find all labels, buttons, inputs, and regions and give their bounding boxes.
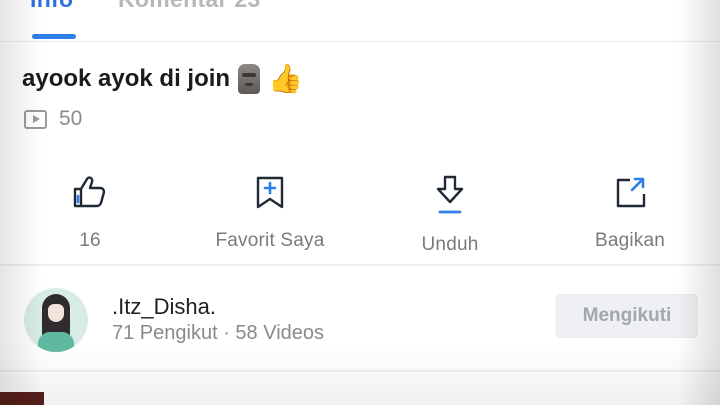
tab-bar: Info Komentar 23 [0, 0, 720, 42]
download-label: Unduh [421, 234, 479, 255]
play-icon [24, 109, 47, 129]
download-button[interactable]: Unduh [370, 172, 530, 256]
avatar-face [48, 304, 64, 322]
moai-icon [238, 63, 261, 94]
like-button[interactable]: 16 [10, 172, 170, 252]
share-button[interactable]: Bagikan [550, 172, 710, 252]
share-icon [616, 177, 646, 208]
bookmark-add-icon [256, 176, 284, 209]
follow-button[interactable]: Mengikuti [556, 294, 698, 338]
thumbnail-edge [0, 392, 44, 405]
tab-info[interactable]: Info [30, 0, 73, 13]
action-bar: 16 Favorit Saya Unduh Bagikan [0, 172, 720, 264]
video-detail-page: Info Komentar 23 ayook ayok di join 👍 50… [0, 0, 720, 405]
active-tab-indicator [32, 34, 76, 39]
like-count: 16 [79, 230, 101, 251]
thumbs-up-icon [73, 176, 106, 208]
video-title: ayook ayok di join [22, 64, 231, 92]
view-count: 50 [24, 107, 82, 131]
view-count-value: 50 [59, 107, 83, 130]
section-divider [0, 264, 720, 266]
author-meta: 71 Pengikut · 58 Videos [112, 322, 325, 344]
favorite-button[interactable]: Favorit Saya [190, 172, 350, 252]
author-row: .Itz_Disha. 71 Pengikut · 58 Videos Meng… [0, 282, 720, 362]
avatar-body [38, 332, 74, 352]
avatar[interactable] [24, 288, 88, 352]
thumbs-up-icon: 👍 [268, 63, 303, 94]
author-name[interactable]: .Itz_Disha. [112, 294, 216, 320]
favorite-label: Favorit Saya [215, 230, 325, 251]
tab-komentar[interactable]: Komentar 23 [118, 0, 261, 13]
section-divider-bottom [0, 370, 720, 372]
share-label: Bagikan [594, 230, 666, 251]
download-icon [436, 175, 464, 214]
video-title-row: ayook ayok di join 👍 [22, 62, 303, 95]
